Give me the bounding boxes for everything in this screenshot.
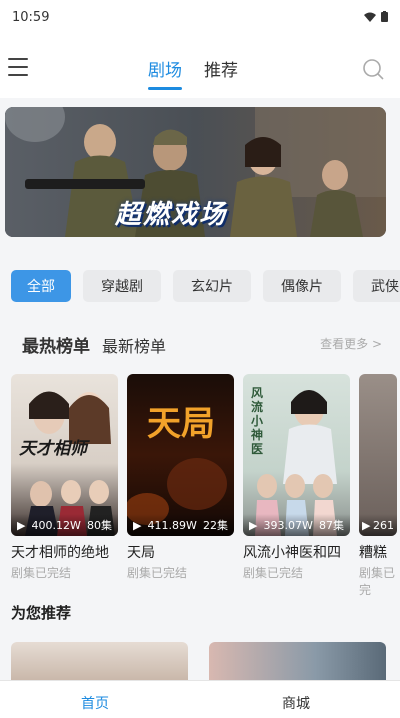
top-navigation: 剧场 推荐 [0,36,400,98]
drama-status: 剧集已完结 [243,566,304,580]
play-icon: ▶ [362,518,371,532]
wifi-icon [364,12,376,22]
play-icon: ▶ [17,518,26,532]
recommend-list [11,642,386,682]
drama-title: 风流小神医和四 [243,545,341,561]
view-count: 400.12W [31,518,81,532]
drama-status: 剧集已完 [359,566,396,597]
drama-title: 糟糕 [359,545,387,561]
chip-idol[interactable]: 偶像片 [263,270,341,302]
list-item[interactable]: 天局 ▶ 411.89W 22集 天局 剧集已完结 [127,374,234,598]
chip-all[interactable]: 全部 [11,270,71,302]
poster-stats: ▶ 393.07W 87集 [243,514,350,536]
status-icons [364,11,388,22]
bottom-navigation: 首页 商城 [0,680,400,718]
recommend-item[interactable] [11,642,188,682]
poster-stats: ▶ 261 [359,514,397,536]
play-icon: ▶ [133,518,142,532]
chip-wuxia[interactable]: 武侠 [353,270,400,302]
search-icon[interactable] [362,58,384,80]
tab-newest[interactable]: 最新榜单 [102,333,166,357]
episode-count: 80集 [87,519,112,532]
drama-title: 天局 [127,545,155,561]
tab-hottest[interactable]: 最热榜单 [22,332,90,357]
battery-icon [381,11,388,22]
poster-stats: ▶ 411.89W 22集 [127,514,234,536]
view-count: 411.89W [147,518,197,532]
episode-count: 87集 [319,519,344,532]
status-bar: 10:59 [0,0,400,36]
nav-home[interactable]: 首页 [81,693,109,713]
menu-icon[interactable] [8,58,30,80]
list-item[interactable]: 天才相师 ▶ 400.12W 80集 天才相师的绝地 剧集已完结 [11,374,118,598]
ranking-list: 天才相师 ▶ 400.12W 80集 天才相师的绝地 剧集已完结 天局 ▶ 41… [11,374,397,598]
recommend-section-title: 为您推荐 [11,604,72,622]
poster-caption: 天局 [147,404,215,444]
view-count: 393.07W [263,518,313,532]
list-item[interactable]: 风流小神医 ▶ 393.07W 87集 风流小神医和四 剧集已完结 [243,374,350,598]
poster-caption: 天才相师 [19,439,87,459]
list-item[interactable]: ▶ 261 糟糕 剧集已完 [359,374,397,598]
category-chips: 全部 穿越剧 玄幻片 偶像片 武侠 [11,270,400,302]
promo-banner[interactable]: 超燃戏场 [5,107,386,237]
drama-status: 剧集已完结 [11,566,72,580]
poster-image: ▶ 261 [359,374,397,536]
poster-image: 风流小神医 ▶ 393.07W 87集 [243,374,350,536]
see-more-link[interactable]: 查看更多 > [320,335,382,352]
episode-count: 22集 [203,519,228,532]
poster-image: 天才相师 ▶ 400.12W 80集 [11,374,118,536]
chip-time-travel[interactable]: 穿越剧 [83,270,161,302]
recommend-item[interactable] [209,642,386,682]
nav-store[interactable]: 商城 [282,693,310,713]
poster-stats: ▶ 400.12W 80集 [11,514,118,536]
status-time: 10:59 [12,10,50,25]
chip-fantasy[interactable]: 玄幻片 [173,270,251,302]
tab-theater[interactable]: 剧场 [148,56,182,90]
poster-image: 天局 ▶ 411.89W 22集 [127,374,234,536]
drama-status: 剧集已完结 [127,566,188,580]
ranking-tabs: 最热榜单 最新榜单 [22,332,166,357]
poster-caption: 风流小神医 [251,386,264,456]
play-icon: ▶ [249,518,258,532]
tab-recommend[interactable]: 推荐 [204,56,238,81]
top-tabs: 剧场 推荐 [148,56,238,90]
drama-title: 天才相师的绝地 [11,545,109,561]
view-count: 261 [373,518,394,532]
banner-title: 超燃戏场 [115,200,228,230]
